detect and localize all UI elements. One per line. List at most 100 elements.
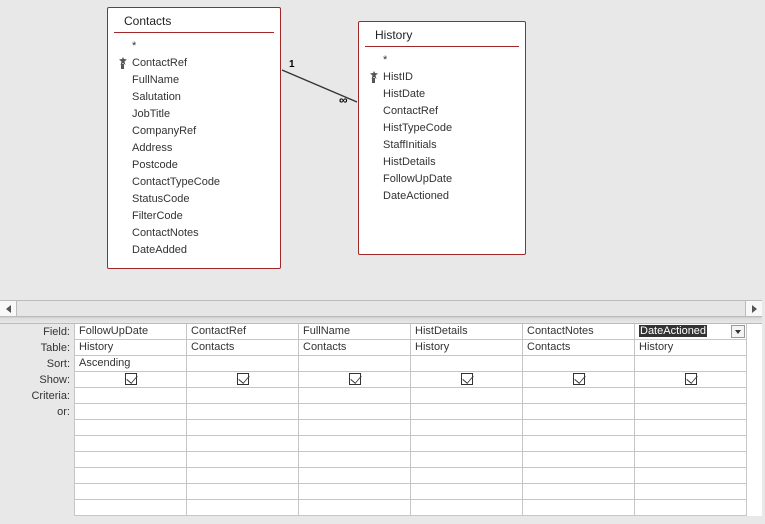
empty-cell[interactable] <box>299 500 411 516</box>
empty-cell[interactable] <box>187 500 299 516</box>
field-item[interactable]: FullName <box>118 71 270 88</box>
or-cell[interactable] <box>523 404 635 420</box>
field-cell[interactable]: FullName <box>299 324 411 340</box>
field-item[interactable]: ContactTypeCode <box>118 173 270 190</box>
field-item[interactable]: FilterCode <box>118 207 270 224</box>
show-cell[interactable] <box>635 372 747 388</box>
field-item[interactable]: StatusCode <box>118 190 270 207</box>
sort-cell[interactable]: Ascending <box>75 356 187 372</box>
criteria-cell[interactable] <box>635 388 747 404</box>
criteria-cell[interactable] <box>75 388 187 404</box>
empty-cell[interactable] <box>635 452 747 468</box>
empty-cell[interactable] <box>75 500 187 516</box>
empty-cell[interactable] <box>411 500 523 516</box>
table-contacts[interactable]: Contacts * ContactRef FullName Salutatio… <box>107 7 281 269</box>
empty-cell[interactable] <box>187 436 299 452</box>
empty-cell[interactable] <box>523 484 635 500</box>
empty-cell[interactable] <box>299 436 411 452</box>
field-item[interactable]: Address <box>118 139 270 156</box>
empty-cell[interactable] <box>411 484 523 500</box>
relationship-pane[interactable]: Contacts * ContactRef FullName Salutatio… <box>0 0 762 300</box>
sort-cell[interactable] <box>635 356 747 372</box>
field-item[interactable]: Salutation <box>118 88 270 105</box>
field-item[interactable]: Postcode <box>118 156 270 173</box>
criteria-cell[interactable] <box>411 388 523 404</box>
dropdown-button[interactable] <box>731 325 745 338</box>
criteria-cell[interactable] <box>187 388 299 404</box>
or-cell[interactable] <box>299 404 411 420</box>
empty-cell[interactable] <box>523 500 635 516</box>
horizontal-scrollbar[interactable] <box>0 300 762 317</box>
field-cell-active[interactable]: DateActioned <box>635 324 747 340</box>
empty-cell[interactable] <box>187 452 299 468</box>
field-item[interactable]: ContactNotes <box>118 224 270 241</box>
show-cell[interactable] <box>187 372 299 388</box>
empty-cell[interactable] <box>75 452 187 468</box>
criteria-cell[interactable] <box>299 388 411 404</box>
empty-cell[interactable] <box>523 420 635 436</box>
field-item[interactable]: StaffInitials <box>369 136 515 153</box>
empty-cell[interactable] <box>523 468 635 484</box>
empty-cell[interactable] <box>299 468 411 484</box>
empty-cell[interactable] <box>523 436 635 452</box>
table-cell[interactable]: Contacts <box>523 340 635 356</box>
scroll-track[interactable] <box>17 301 745 316</box>
sort-cell[interactable] <box>187 356 299 372</box>
field-cell[interactable]: ContactRef <box>187 324 299 340</box>
or-cell[interactable] <box>187 404 299 420</box>
show-cell[interactable] <box>75 372 187 388</box>
scroll-left-button[interactable] <box>0 301 17 316</box>
empty-cell[interactable] <box>635 468 747 484</box>
table-cell[interactable]: History <box>75 340 187 356</box>
field-item[interactable]: HistID <box>369 68 515 85</box>
field-item[interactable]: DateActioned <box>369 187 515 204</box>
empty-cell[interactable] <box>411 436 523 452</box>
empty-cell[interactable] <box>75 468 187 484</box>
show-cell[interactable] <box>299 372 411 388</box>
sort-cell[interactable] <box>411 356 523 372</box>
empty-cell[interactable] <box>187 420 299 436</box>
field-item[interactable]: ContactRef <box>369 102 515 119</box>
empty-cell[interactable] <box>75 420 187 436</box>
field-cell[interactable]: HistDetails <box>411 324 523 340</box>
pane-divider[interactable] <box>0 317 762 324</box>
table-cell[interactable]: Contacts <box>299 340 411 356</box>
show-cell[interactable] <box>411 372 523 388</box>
field-cell[interactable]: FollowUpDate <box>75 324 187 340</box>
asterisk-row[interactable]: * <box>118 37 270 54</box>
empty-cell[interactable] <box>411 468 523 484</box>
field-item[interactable]: ContactRef <box>118 54 270 71</box>
empty-cell[interactable] <box>187 468 299 484</box>
field-item[interactable]: HistDetails <box>369 153 515 170</box>
show-cell[interactable] <box>523 372 635 388</box>
scroll-right-button[interactable] <box>745 301 762 316</box>
empty-cell[interactable] <box>635 436 747 452</box>
empty-cell[interactable] <box>75 484 187 500</box>
field-item[interactable]: CompanyRef <box>118 122 270 139</box>
field-item[interactable]: DateAdded <box>118 241 270 258</box>
empty-cell[interactable] <box>299 484 411 500</box>
field-item[interactable]: JobTitle <box>118 105 270 122</box>
field-item[interactable]: FollowUpDate <box>369 170 515 187</box>
sort-cell[interactable] <box>523 356 635 372</box>
sort-cell[interactable] <box>299 356 411 372</box>
table-cell[interactable]: History <box>411 340 523 356</box>
field-item[interactable]: HistDate <box>369 85 515 102</box>
empty-cell[interactable] <box>75 436 187 452</box>
empty-cell[interactable] <box>411 420 523 436</box>
table-cell[interactable]: History <box>635 340 747 356</box>
empty-cell[interactable] <box>635 484 747 500</box>
empty-cell[interactable] <box>299 452 411 468</box>
or-cell[interactable] <box>411 404 523 420</box>
empty-cell[interactable] <box>635 420 747 436</box>
or-cell[interactable] <box>635 404 747 420</box>
or-cell[interactable] <box>75 404 187 420</box>
table-history[interactable]: History * HistID HistDate ContactRef His… <box>358 21 526 255</box>
empty-cell[interactable] <box>411 452 523 468</box>
empty-cell[interactable] <box>523 452 635 468</box>
field-cell[interactable]: ContactNotes <box>523 324 635 340</box>
table-cell[interactable]: Contacts <box>187 340 299 356</box>
asterisk-row[interactable]: * <box>369 51 515 68</box>
empty-cell[interactable] <box>299 420 411 436</box>
criteria-cell[interactable] <box>523 388 635 404</box>
